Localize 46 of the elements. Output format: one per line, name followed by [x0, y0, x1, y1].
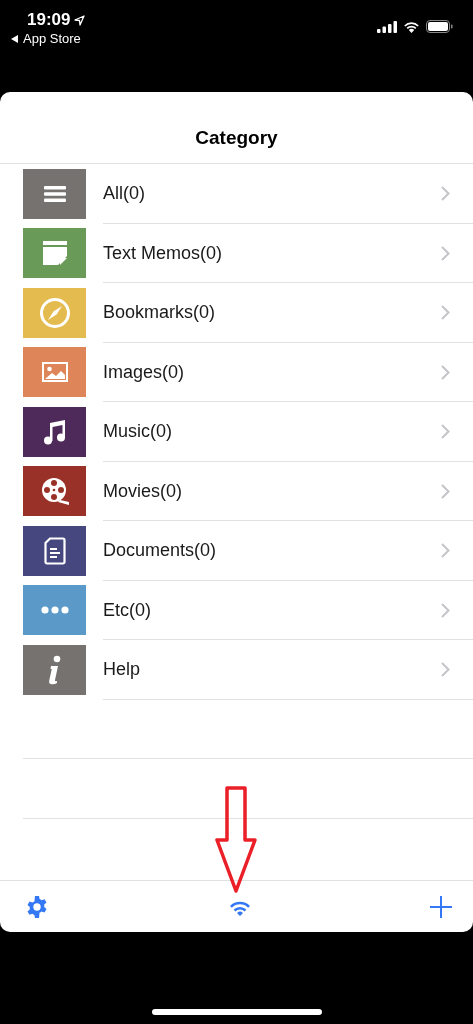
category-label: Help: [103, 658, 142, 682]
category-row[interactable]: All(0): [0, 164, 473, 224]
category-label: Etc(0): [103, 598, 152, 622]
image-icon: [41, 362, 68, 383]
chevron-icon: [441, 364, 450, 380]
category-label: Documents(0): [103, 539, 218, 563]
chevron-icon: [441, 662, 450, 678]
back-triangle-icon: [11, 35, 18, 43]
category-label: Music(0): [103, 420, 173, 444]
category-label: Images(0): [103, 360, 186, 384]
chevron-icon: [441, 245, 450, 261]
chevron-icon: [441, 424, 450, 440]
category-label: Text Memos(0): [103, 241, 224, 265]
category-row[interactable]: Images(0): [0, 342, 473, 402]
category-row[interactable]: Movies(0): [0, 461, 473, 521]
screen-title: Category: [195, 125, 278, 150]
category-row[interactable]: Help: [0, 640, 473, 700]
battery-icon: [426, 20, 453, 33]
signal-icon: [377, 20, 397, 33]
category-label: All(0): [103, 182, 146, 206]
compass-icon: [38, 296, 71, 329]
location-icon: [74, 14, 86, 26]
add-icon[interactable]: [430, 895, 452, 918]
music-note-icon: [42, 418, 67, 445]
chevron-icon: [441, 186, 450, 202]
wifi-icon: [403, 20, 420, 33]
settings-icon[interactable]: [25, 894, 49, 919]
chevron-icon: [441, 483, 450, 499]
back-to-app-button[interactable]: App Store: [11, 31, 81, 47]
category-label: Movies(0): [103, 479, 183, 503]
category-row[interactable]: Text Memos(0): [0, 223, 473, 283]
category-row[interactable]: Documents(0): [0, 521, 473, 581]
category-label: Bookmarks(0): [103, 301, 217, 325]
category-row[interactable]: Music(0): [0, 402, 473, 462]
note-icon: [42, 241, 67, 266]
chevron-icon: [441, 305, 450, 321]
chevron-icon: [441, 543, 450, 559]
more-icon: [40, 606, 69, 615]
info-icon: [47, 654, 62, 685]
document-icon: [43, 536, 66, 565]
list-icon: [43, 184, 66, 203]
chevron-icon: [441, 602, 450, 618]
film-reel-icon: [39, 476, 70, 507]
category-row[interactable]: Bookmarks(0): [0, 283, 473, 343]
status-time: 19:09: [27, 9, 71, 31]
category-row[interactable]: Etc(0): [0, 580, 473, 640]
